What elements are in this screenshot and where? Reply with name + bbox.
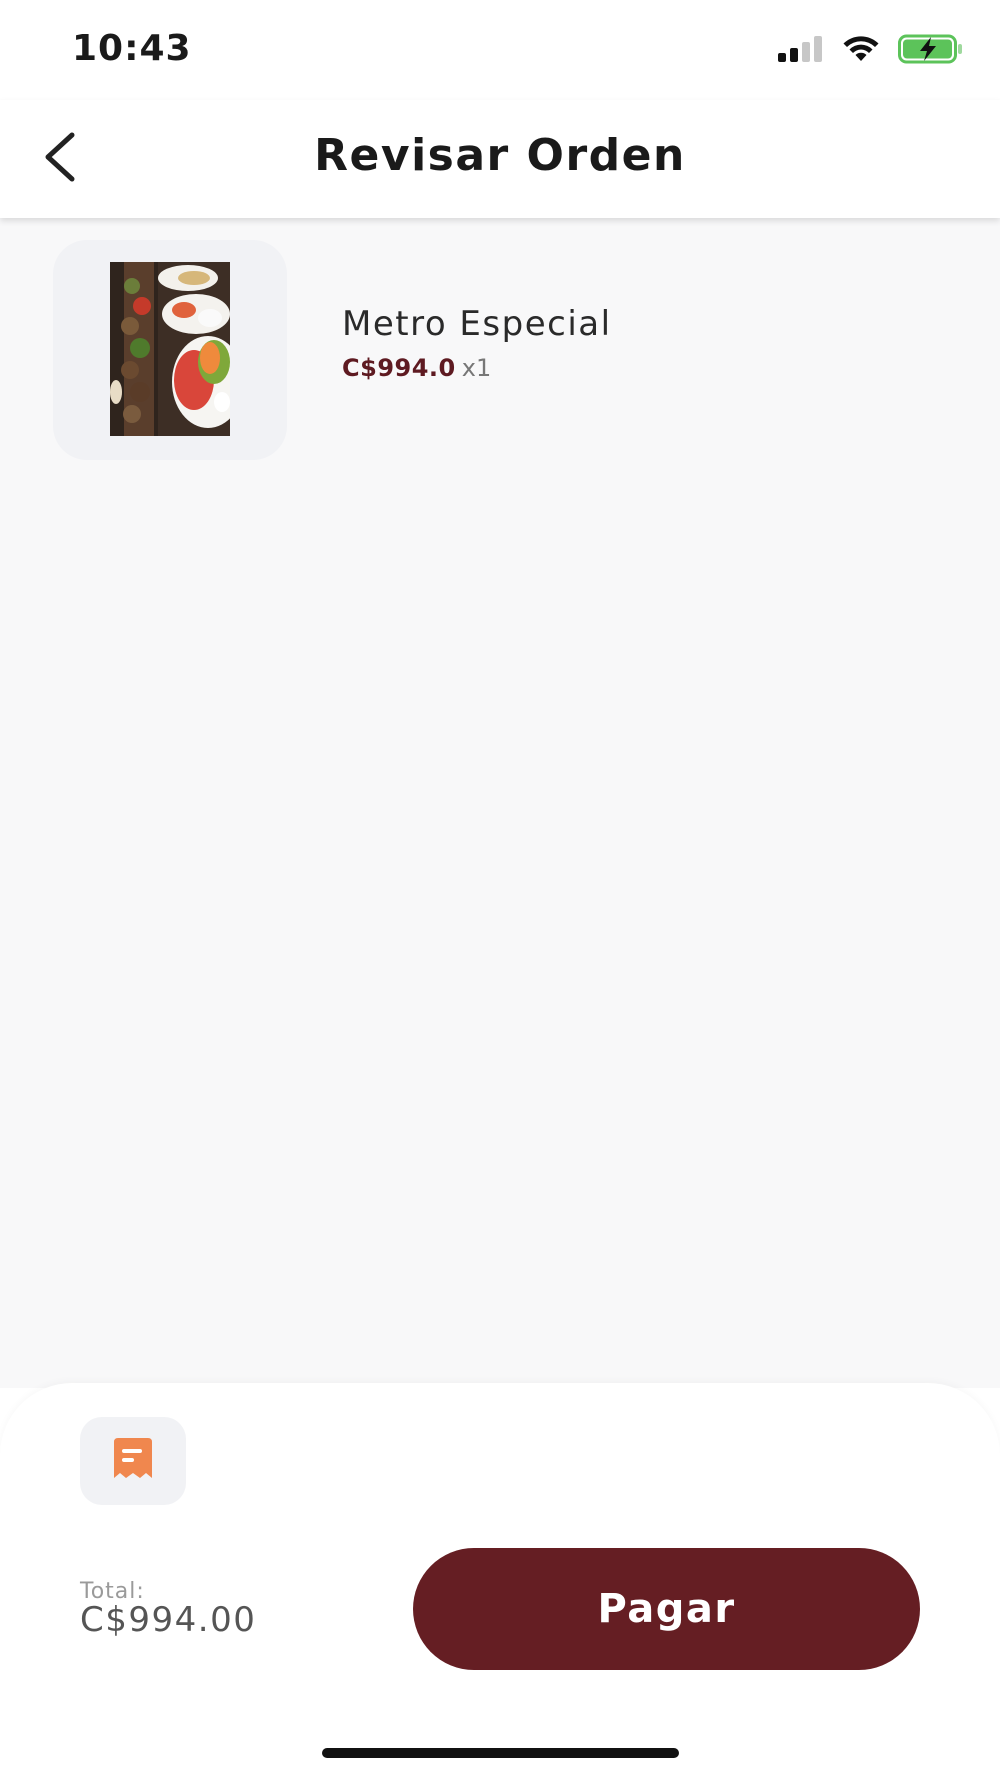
order-item[interactable]: Metro Especial C$994.0 x1 — [53, 240, 953, 460]
pay-button[interactable]: Pagar — [413, 1548, 920, 1670]
receipt-button[interactable] — [80, 1417, 186, 1505]
status-time: 10:43 — [72, 28, 192, 69]
item-price: C$994.0 — [342, 354, 456, 382]
item-photo — [110, 262, 230, 436]
home-indicator — [322, 1748, 679, 1758]
item-price-row: C$994.0 x1 — [342, 354, 612, 382]
status-bar: 10:43 — [0, 0, 1000, 100]
page-title: Revisar Orden — [314, 130, 686, 181]
item-name: Metro Especial — [342, 304, 612, 344]
signal-icon — [778, 36, 824, 66]
receipt-icon — [110, 1436, 156, 1486]
status-icons — [778, 34, 964, 68]
item-thumbnail-frame — [53, 240, 287, 460]
total-block: Total: C$994.00 — [80, 1579, 256, 1640]
navigation-header: Revisar Orden — [0, 100, 1000, 218]
order-list: Metro Especial C$994.0 x1 — [0, 218, 1000, 1388]
item-info: Metro Especial C$994.0 x1 — [342, 304, 612, 382]
battery-charging-icon — [898, 34, 964, 68]
wifi-icon — [842, 35, 880, 67]
item-quantity: x1 — [461, 354, 492, 382]
total-value: C$994.00 — [80, 1600, 257, 1640]
checkout-panel: Total: C$994.00 Pagar — [0, 1383, 1000, 1778]
